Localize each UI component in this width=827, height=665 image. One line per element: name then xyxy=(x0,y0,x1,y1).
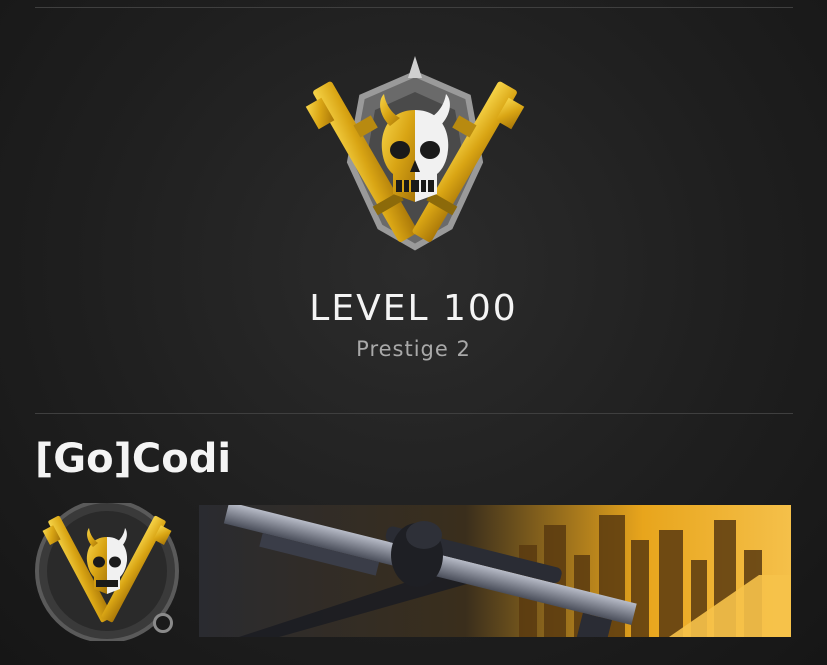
gamertag: [Go]Codi xyxy=(35,436,232,482)
level-title: LEVEL 100 xyxy=(309,288,518,329)
prestige-emblem-icon xyxy=(305,56,525,251)
prestige-label: Prestige 2 xyxy=(356,337,471,361)
status-indicator-icon xyxy=(153,613,173,633)
section-divider xyxy=(35,413,793,414)
top-divider xyxy=(35,7,793,8)
calling-card-image[interactable] xyxy=(199,505,791,637)
